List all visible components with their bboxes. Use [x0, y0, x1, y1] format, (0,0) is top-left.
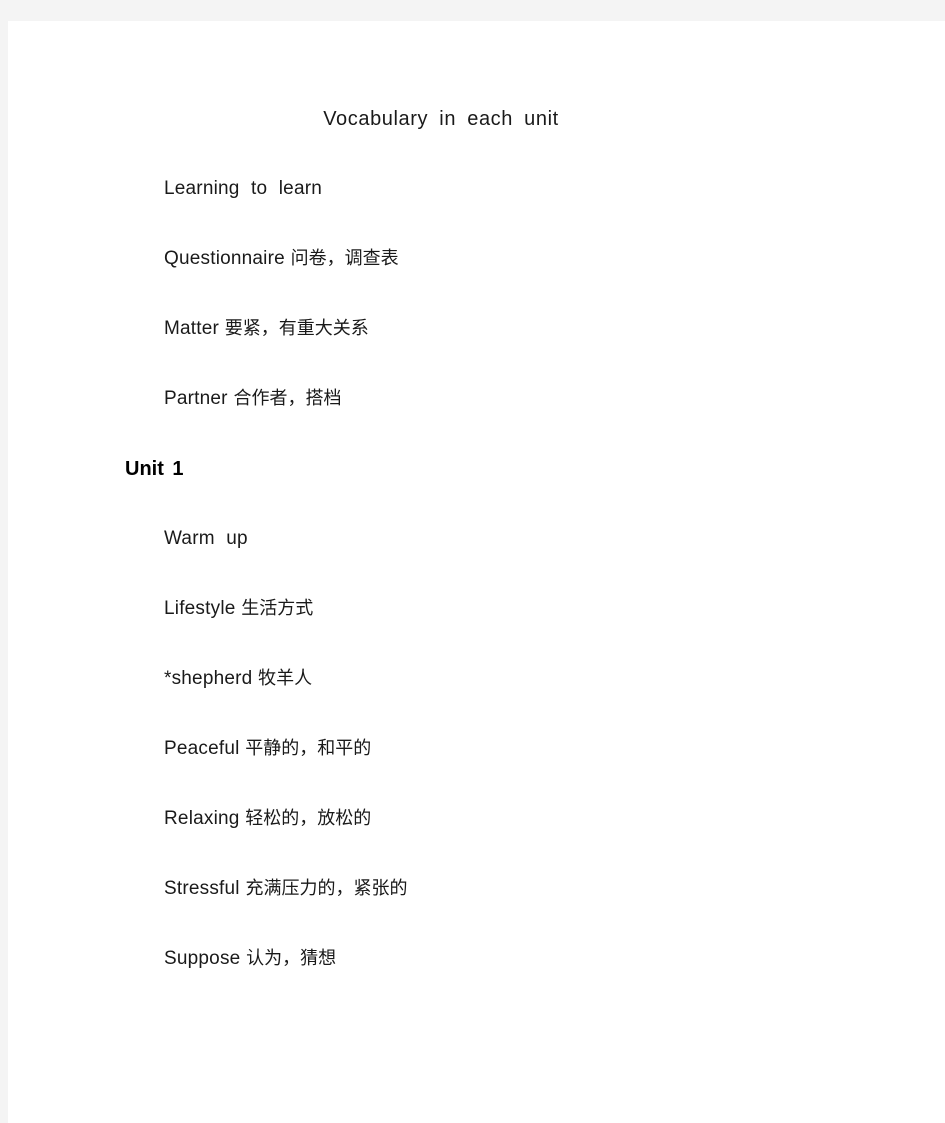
entry-term: Relaxing	[164, 808, 240, 829]
entry-term: Questionnaire	[164, 248, 285, 269]
entry-gloss: 合作者，搭档	[227, 388, 342, 409]
vocabulary-entry: *shepherd 牧羊人	[164, 666, 904, 736]
vocabulary-entry: Learning to learn	[164, 176, 904, 246]
vocabulary-list: Learning to learn Questionnaire 问卷，调查表 Mat…	[125, 176, 904, 1016]
entry-gloss: 问卷，调查表	[284, 248, 399, 269]
document-page: Vocabulary in each unit Learning to lear…	[8, 21, 945, 1123]
entry-term: *shepherd	[164, 668, 253, 689]
entry-gloss: 牧羊人	[252, 668, 313, 689]
vocabulary-entry: Relaxing 轻松的，放松的	[164, 806, 904, 876]
entry-term: Matter	[164, 318, 220, 339]
vocabulary-entry: Suppose 认为，猜想	[164, 946, 904, 1016]
entry-term: Stressful	[164, 878, 240, 899]
entry-gloss: 生活方式	[235, 598, 314, 619]
entry-gloss: 轻松的，放松的	[239, 808, 372, 829]
entry-term: Warm up	[164, 528, 248, 549]
vocabulary-entry: Lifestyle 生活方式	[164, 596, 904, 666]
entry-term: Learning to learn	[164, 178, 323, 199]
entry-gloss: 平静的，和平的	[239, 738, 372, 759]
entry-term: Suppose	[164, 948, 241, 969]
entry-term: Peaceful	[164, 738, 240, 759]
unit-heading: Unit 1	[125, 458, 184, 480]
vocabulary-entry: Questionnaire 问卷，调查表	[164, 246, 904, 316]
vocabulary-entry: Peaceful 平静的，和平的	[164, 736, 904, 806]
vocabulary-entry: Matter 要紧，有重大关系	[164, 316, 904, 386]
entry-gloss: 认为，猜想	[240, 948, 337, 969]
entry-term: Lifestyle	[164, 598, 236, 619]
vocabulary-entry: Warm up	[164, 526, 904, 596]
vocabulary-entry: Stressful 充满压力的，紧张的	[164, 876, 904, 946]
page-title: Vocabulary in each unit	[323, 108, 559, 130]
entry-gloss: 充满压力的，紧张的	[239, 878, 408, 899]
entry-gloss: 要紧，有重大关系	[219, 318, 369, 339]
entry-term: Partner	[164, 388, 228, 409]
vocabulary-entry: Partner 合作者，搭档	[164, 386, 904, 456]
